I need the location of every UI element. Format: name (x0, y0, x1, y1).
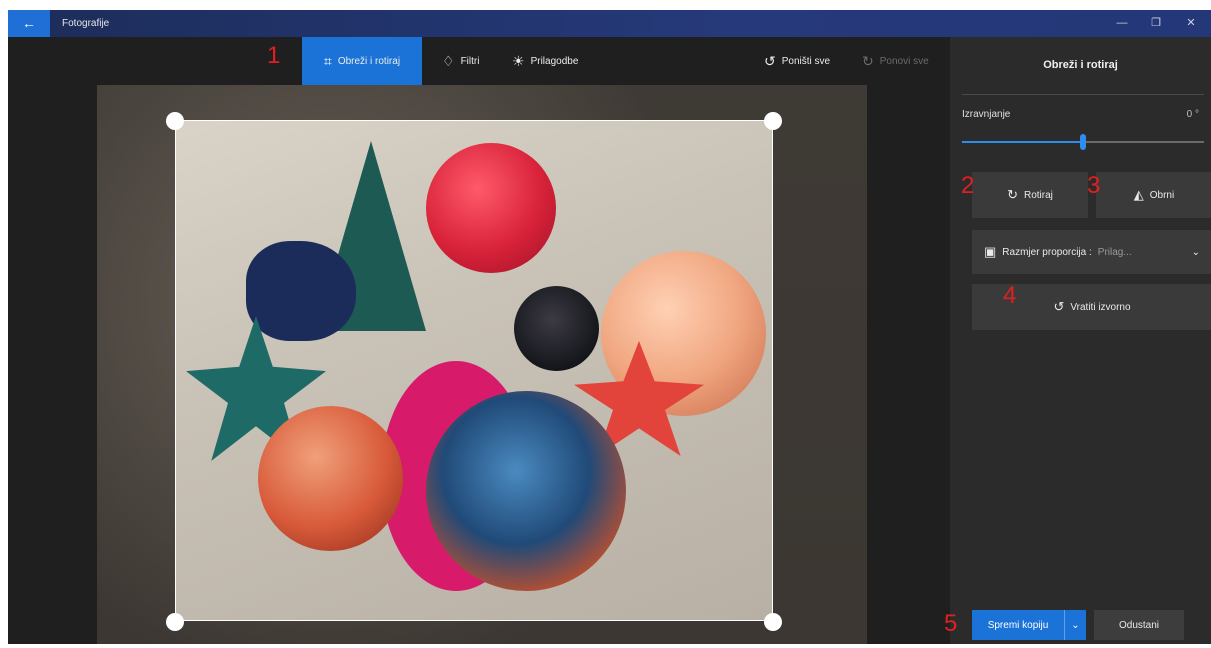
rotate-label: Rotiraj (1024, 189, 1053, 201)
crop-handle-bottom-left[interactable] (166, 613, 184, 631)
flip-button[interactable]: ◭ Obrni (1096, 172, 1211, 218)
redo-icon: ↻ (862, 52, 874, 69)
flip-icon: ◭ (1133, 187, 1144, 202)
filter-icon: ♢ (442, 52, 455, 69)
redo-all-label: Ponovi sve (879, 55, 929, 67)
edit-toolbar: ⌗ Obreži i rotiraj ♢ Filtri ☀ Prilagodbe… (8, 37, 950, 85)
annotation-marker-2: 2 (961, 172, 975, 199)
annotation-marker-4: 4 (1003, 282, 1017, 309)
filters-label: Filtri (460, 55, 480, 67)
close-icon: ✕ (1186, 17, 1196, 29)
reset-icon: ↺ (1053, 299, 1065, 314)
redo-all-button[interactable]: ↻ Ponovi sve (854, 37, 937, 85)
slider-thumb[interactable] (1080, 134, 1086, 150)
aspect-ratio-label: Razmjer proporcija : (1002, 246, 1092, 258)
annotation-marker-5: 5 (944, 610, 958, 637)
crop-handle-top-right[interactable] (764, 112, 782, 130)
close-button[interactable]: ✕ (1174, 10, 1208, 37)
rotate-button[interactable]: ↻ Rotiraj (972, 172, 1088, 218)
photos-app-window: ← Fotografije — ❐ ✕ ⌗ Obreži i rotiraj ♢… (8, 10, 1211, 644)
photo-red-ball (426, 143, 556, 273)
adjustments-label: Prilagodbe (530, 55, 579, 67)
rotate-icon: ↻ (1007, 187, 1018, 202)
flip-label: Obrni (1149, 189, 1175, 201)
straighten-label: Izravnjanje (962, 109, 1011, 120)
crop-handle-bottom-right[interactable] (764, 613, 782, 631)
app-title: Fotografije (62, 18, 110, 29)
panel-title: Obreži i rotiraj (1043, 59, 1118, 71)
photo-orange-ball (258, 406, 403, 551)
straighten-slider[interactable] (962, 134, 1204, 150)
annotation-marker-1: 1 (267, 42, 281, 69)
filters-tab[interactable]: ♢ Filtri (434, 37, 487, 85)
photo-dark-ball (514, 286, 599, 371)
straighten-value: 0 ° (1186, 109, 1199, 120)
crop-area[interactable] (175, 120, 773, 621)
save-options-chevron-icon[interactable]: ⌄ (1064, 610, 1086, 640)
photo-blue-figure (246, 241, 356, 341)
save-copy-label: Spremi kopiju (987, 619, 1049, 631)
save-copy-button[interactable]: Spremi kopiju ⌄ (972, 610, 1086, 640)
cancel-button[interactable]: Odustani (1094, 610, 1184, 640)
slider-fill (962, 141, 1083, 143)
maximize-button[interactable]: ❐ (1139, 10, 1173, 37)
brightness-icon: ☀ (512, 52, 525, 69)
crop-rotate-panel: Obreži i rotiraj Izravnjanje 0 ° ↻ Rotir… (950, 37, 1211, 644)
photo-blue-ball (426, 391, 626, 591)
aspect-ratio-icon: ▣ (984, 244, 997, 259)
reset-label: Vratiti izvorno (1070, 301, 1131, 313)
restore-icon: ❐ (1151, 17, 1161, 29)
undo-all-button[interactable]: ↺ Poništi sve (756, 37, 838, 85)
minimize-icon: — (1116, 17, 1128, 29)
undo-icon: ↺ (764, 52, 776, 69)
title-bar: ← Fotografije — ❐ ✕ (8, 10, 1211, 37)
crop-handle-top-left[interactable] (166, 112, 184, 130)
back-arrow-icon: ← (22, 15, 36, 31)
crop-rotate-label: Obreži i rotiraj (337, 55, 401, 67)
chevron-down-icon: ⌄ (1191, 246, 1200, 258)
annotation-marker-3: 3 (1087, 172, 1101, 199)
adjustments-tab[interactable]: ☀ Prilagodbe (504, 37, 586, 85)
crop-icon: ⌗ (323, 52, 332, 69)
undo-all-label: Poništi sve (781, 55, 831, 67)
back-button[interactable]: ← (8, 10, 50, 37)
aspect-ratio-dropdown[interactable]: ▣ Razmjer proporcija : Prilag... ⌄ (972, 230, 1211, 274)
crop-rotate-tab[interactable]: ⌗ Obreži i rotiraj (302, 37, 422, 85)
aspect-ratio-value: Prilag... (1097, 246, 1132, 258)
photo-canvas (8, 85, 950, 644)
minimize-button[interactable]: — (1105, 10, 1139, 37)
panel-divider (962, 94, 1204, 95)
